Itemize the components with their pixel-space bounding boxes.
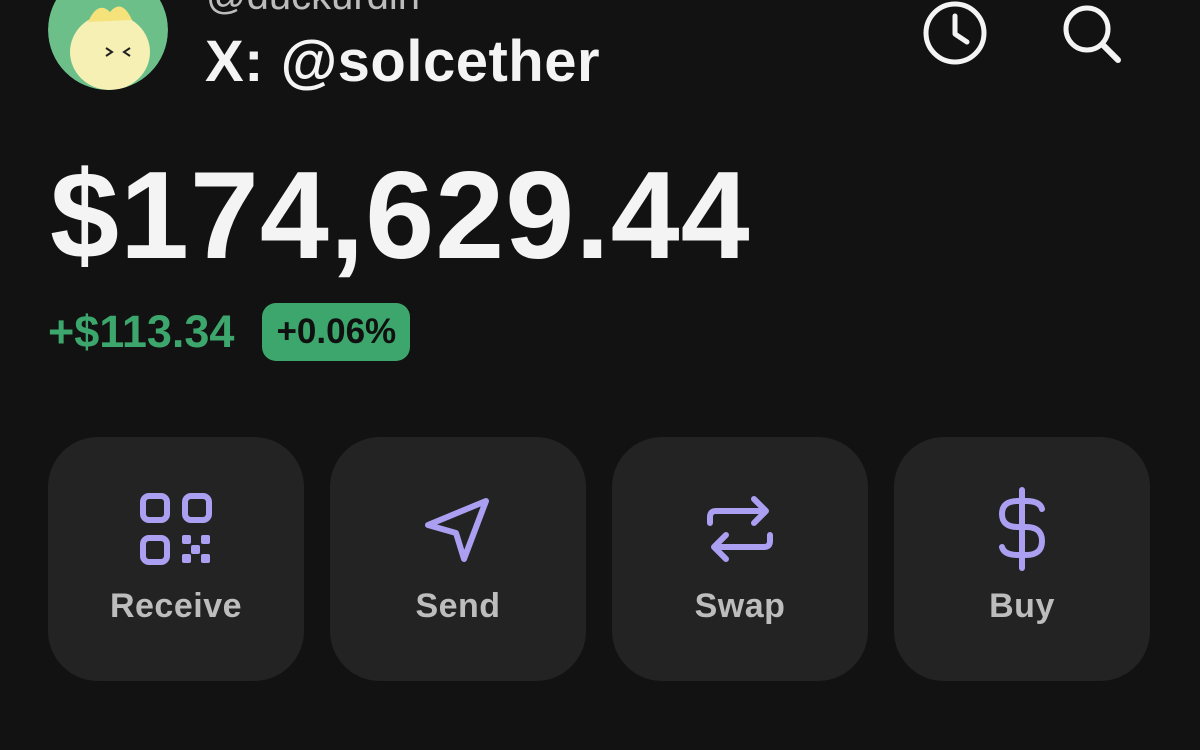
swap-label: Swap bbox=[694, 587, 786, 625]
total-balance: $174,629.44 bbox=[50, 147, 751, 285]
qr-code-icon bbox=[136, 489, 216, 569]
change-percent-badge: +0.06% bbox=[262, 303, 411, 361]
change-amount: +$113.34 bbox=[48, 306, 235, 357]
balance-change-row: +$113.34 +0.06% bbox=[48, 302, 411, 362]
search-icon bbox=[1063, 5, 1121, 63]
receive-button[interactable]: Receive bbox=[48, 437, 304, 681]
clock-icon bbox=[923, 1, 987, 65]
action-buttons: Receive Send Swap Buy bbox=[48, 437, 1150, 681]
buy-button[interactable]: Buy bbox=[894, 437, 1150, 681]
send-icon bbox=[418, 489, 498, 569]
avatar[interactable] bbox=[48, 0, 168, 90]
dollar-icon bbox=[982, 487, 1062, 571]
history-button[interactable] bbox=[922, 0, 988, 66]
receive-label: Receive bbox=[109, 587, 243, 625]
duck-avatar-icon bbox=[48, 0, 168, 90]
swap-icon bbox=[700, 489, 780, 569]
search-button[interactable] bbox=[1058, 0, 1124, 66]
wallet-handle: @duckurdin bbox=[206, 0, 420, 19]
buy-label: Buy bbox=[989, 587, 1055, 625]
send-label: Send bbox=[415, 587, 501, 625]
swap-button[interactable]: Swap bbox=[612, 437, 868, 681]
x-handle[interactable]: X: @solcether bbox=[205, 28, 600, 95]
send-button[interactable]: Send bbox=[330, 437, 586, 681]
